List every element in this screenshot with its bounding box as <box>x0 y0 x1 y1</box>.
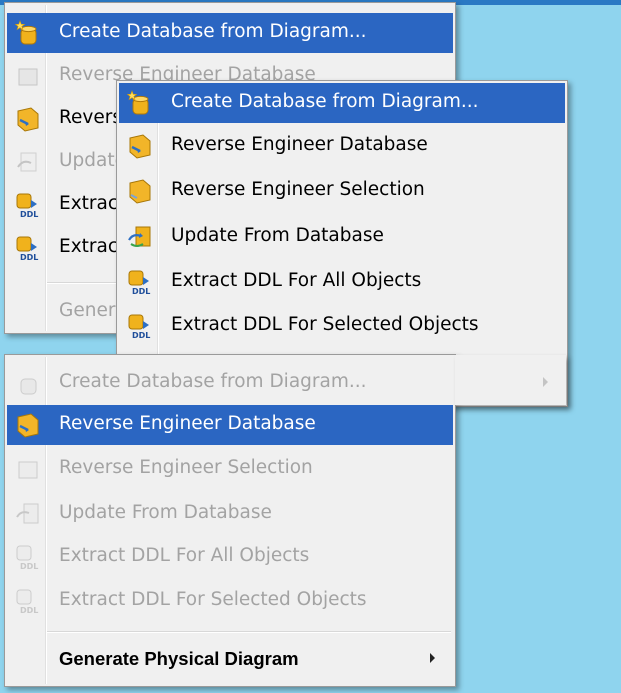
menu-item-label: Extract DDL For All Objects <box>59 545 310 566</box>
menu-item-extract-ddl-all[interactable]: DDL Extract DDL For All Objects <box>119 262 565 302</box>
database-star-icon <box>15 370 41 396</box>
database-selection-icon <box>15 456 41 482</box>
menu-item-update-from-database[interactable]: Update From Database <box>7 494 453 534</box>
svg-text:DDL: DDL <box>132 287 150 295</box>
menu-item-reverse-engineer-database[interactable]: Reverse Engineer Database <box>119 126 565 166</box>
menu-separator <box>47 631 451 633</box>
svg-text:DDL: DDL <box>20 253 38 261</box>
menu-item-label: Extract DDL For All Objects <box>171 270 422 291</box>
database-selection-icon <box>127 178 153 204</box>
menu-item-extract-ddl-all[interactable]: DDL Extract DDL For All Objects <box>7 537 453 577</box>
update-arrows-icon <box>15 501 41 527</box>
menu-item-label: Extract DDL For Selected Objects <box>171 314 479 335</box>
menu-item-create-database[interactable]: Create Database from Diagram... <box>119 83 565 123</box>
database-reverse-icon <box>15 412 41 438</box>
svg-text:DDL: DDL <box>132 331 150 339</box>
update-arrows-icon <box>15 149 41 175</box>
menu-item-extract-ddl-selected[interactable]: DDL Extract DDL For Selected Objects <box>119 306 565 346</box>
menu-item-label: Generate Physical Diagram <box>59 648 299 669</box>
menu-item-label: Create Database from Diagram... <box>59 21 367 42</box>
menu-item-label: Reverse Engineer Selection <box>59 457 313 478</box>
database-reverse-icon <box>127 133 153 159</box>
svg-text:DDL: DDL <box>20 562 38 570</box>
menu-item-generate-physical-diagram[interactable]: Generate Physical Diagram <box>7 639 453 679</box>
update-arrows-icon <box>127 224 153 250</box>
menu-item-label: Reverse Engineer Selection <box>171 179 425 200</box>
menu-item-reverse-engineer-database[interactable]: Reverse Engineer Database <box>7 405 453 445</box>
menu-item-create-database[interactable]: Create Database from Diagram... <box>7 363 453 403</box>
ddl-extract-icon: DDL <box>15 192 41 219</box>
menu-item-create-database[interactable]: Create Database from Diagram... <box>7 13 453 53</box>
menu-item-label: Extract DDL For Selected Objects <box>59 589 367 610</box>
svg-text:DDL: DDL <box>20 606 38 614</box>
ddl-extract-icon: DDL <box>15 235 41 262</box>
menu-item-reverse-engineer-selection[interactable]: Reverse Engineer Selection <box>7 449 453 489</box>
database-star-icon <box>14 20 41 46</box>
menu-item-reverse-engineer-selection[interactable]: Reverse Engineer Selection <box>119 171 565 211</box>
menu-item-label: Update From Database <box>171 225 384 246</box>
menu-item-label: Update From Database <box>59 502 272 523</box>
ddl-extract-icon: DDL <box>127 269 153 296</box>
context-menu-bottom: Create Database from Diagram... Reverse … <box>4 354 456 687</box>
submenu-arrow-icon <box>543 377 548 387</box>
menu-item-extract-ddl-selected[interactable]: DDL Extract DDL For Selected Objects <box>7 581 453 621</box>
menu-item-label: Reverse Engineer Database <box>171 134 428 155</box>
svg-text:DDL: DDL <box>20 210 38 218</box>
menu-item-label: Create Database from Diagram... <box>171 91 479 112</box>
ddl-extract-icon: DDL <box>127 313 153 340</box>
database-reverse-icon <box>15 106 41 132</box>
menu-item-update-from-database[interactable]: Update From Database <box>119 217 565 257</box>
ddl-extract-icon: DDL <box>15 588 41 615</box>
back-menu-overhang <box>455 355 566 405</box>
submenu-arrow-icon <box>430 653 435 663</box>
menu-item-label: Create Database from Diagram... <box>59 371 367 392</box>
menu-item-label: Reverse Engineer Database <box>59 413 316 434</box>
database-reverse-icon <box>15 63 41 89</box>
ddl-extract-icon: DDL <box>15 544 41 571</box>
database-star-icon <box>126 90 153 116</box>
